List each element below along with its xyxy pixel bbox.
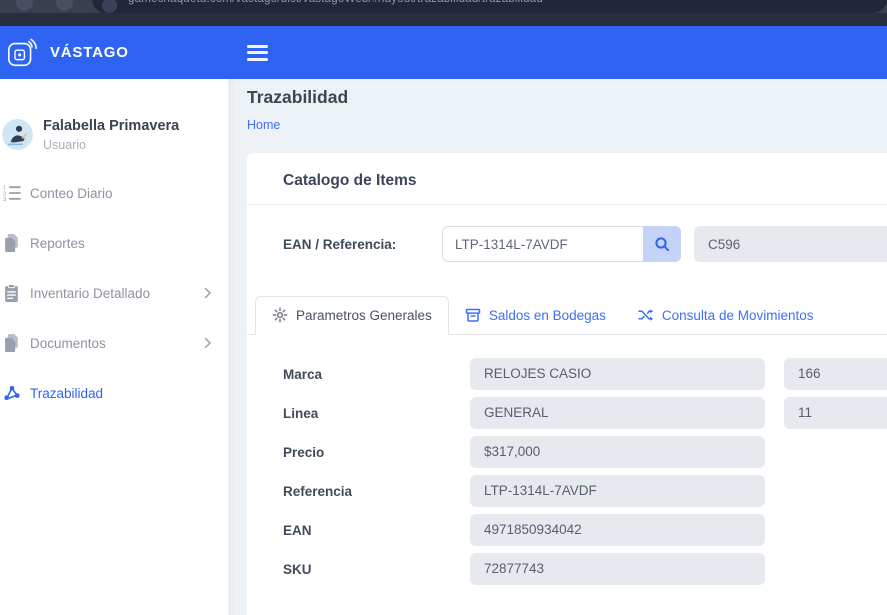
search-icon xyxy=(654,236,670,252)
tab-label: Saldos en Bodegas xyxy=(489,308,606,323)
rfid-tag-logo-icon xyxy=(6,36,40,70)
page-head: Trazabilidad Home xyxy=(235,79,887,153)
sidebar-item-trazabilidad[interactable]: Trazabilidad xyxy=(0,368,228,418)
marca-code-field: 166 xyxy=(784,358,887,390)
list-ol-icon: 1 2 3 xyxy=(3,184,21,202)
referencia-value-field: LTP-1314L-7AVDF xyxy=(470,475,765,507)
field-label: EAN xyxy=(283,523,470,538)
brand-name: VÁSTAGO xyxy=(50,44,129,61)
sidebar-item-label: Reportes xyxy=(30,236,85,251)
file-copy-icon xyxy=(3,334,21,352)
menu-toggle-button[interactable] xyxy=(245,37,270,68)
sidebar-item-label: Documentos xyxy=(30,336,106,351)
user-profile[interactable]: Falabella Primavera Usuario xyxy=(0,79,228,152)
field-label: Linea xyxy=(283,406,470,421)
precio-value-field: $317,000 xyxy=(470,436,765,468)
app-topbar: VÁSTAGO xyxy=(0,26,887,79)
ean-value-field: 4971850934042 xyxy=(470,514,765,546)
field-row-ean: EAN 4971850934042 xyxy=(283,514,887,546)
page-title: Trazabilidad xyxy=(247,87,887,108)
field-row-sku: SKU 72877743 xyxy=(283,553,887,585)
svg-text:3: 3 xyxy=(3,197,7,202)
brand[interactable]: VÁSTAGO xyxy=(0,36,228,70)
breadcrumb-home-link[interactable]: Home xyxy=(247,118,280,132)
browser-address-row: gamechaqueta.com/vastago/dist/vastagoWeb… xyxy=(0,0,887,13)
main-content: Trazabilidad Home Catalogo de Items EAN … xyxy=(235,79,887,615)
site-info-icon[interactable] xyxy=(102,0,117,13)
browser-chrome: gamechaqueta.com/vastago/dist/vastagoWeb… xyxy=(0,0,887,26)
sidebar-item-documentos[interactable]: Documentos xyxy=(0,318,228,368)
card-header: Catalogo de Items xyxy=(247,153,887,205)
tab-parametros-generales[interactable]: Parametros Generales xyxy=(255,296,449,335)
shuffle-icon xyxy=(638,307,654,323)
sidebar-item-label: Trazabilidad xyxy=(30,386,103,401)
field-row-referencia: Referencia LTP-1314L-7AVDF xyxy=(283,475,887,507)
field-label: Referencia xyxy=(283,484,470,499)
ean-referencia-label: EAN / Referencia: xyxy=(283,237,442,252)
tab-label: Parametros Generales xyxy=(296,308,432,323)
field-label: Precio xyxy=(283,445,470,460)
gear-icon xyxy=(272,307,288,323)
user-role: Usuario xyxy=(43,138,179,152)
sidebar-item-conteo-diario[interactable]: 1 2 3 Conteo Diario xyxy=(0,168,228,218)
chevron-right-icon xyxy=(204,337,212,349)
address-bar[interactable]: gamechaqueta.com/vastago/dist/vastagoWeb… xyxy=(92,0,887,13)
field-row-linea: Linea GENERAL 11 xyxy=(283,397,887,429)
tab-saldos-en-bodegas[interactable]: Saldos en Bodegas xyxy=(449,297,622,334)
tab-consulta-de-movimientos[interactable]: Consulta de Movimientos xyxy=(622,297,830,334)
linea-code-field: 11 xyxy=(784,397,887,429)
user-name: Falabella Primavera xyxy=(43,118,179,134)
field-row-precio: Precio $317,000 xyxy=(283,436,887,468)
sidebar-scrollbar[interactable] xyxy=(228,79,235,615)
browser-reload-icon[interactable] xyxy=(56,0,73,11)
sidebar-item-label: Conteo Diario xyxy=(30,186,113,201)
ean-referencia-input[interactable] xyxy=(442,226,643,262)
sidebar-item-inventario-detallado[interactable]: Inventario Detallado xyxy=(0,268,228,318)
url-text: gamechaqueta.com/vastago/dist/vastagoWeb… xyxy=(128,0,543,5)
tab-label: Consulta de Movimientos xyxy=(662,308,814,323)
field-label: Marca xyxy=(283,367,470,382)
search-button[interactable] xyxy=(643,226,681,262)
sidebar-item-label: Inventario Detallado xyxy=(30,286,150,301)
sidebar-menu: 1 2 3 Conteo Diario Reportes Inventario … xyxy=(0,168,228,418)
sidebar: Falabella Primavera Usuario 1 2 3 Conteo… xyxy=(0,79,228,615)
file-copy-icon xyxy=(3,234,21,252)
sku-value-field: 72877743 xyxy=(470,553,765,585)
browser-back-icon[interactable] xyxy=(16,0,33,11)
search-row: EAN / Referencia: xyxy=(247,226,887,262)
chevron-right-icon xyxy=(204,287,212,299)
marca-value-field: RELOJES CASIO xyxy=(470,358,765,390)
linea-value-field: GENERAL xyxy=(470,397,765,429)
parameters-form: Marca RELOJES CASIO 166 Linea GENERAL 11… xyxy=(247,358,887,585)
sidebar-item-reportes[interactable]: Reportes xyxy=(0,218,228,268)
clipboard-icon xyxy=(3,284,21,302)
field-row-marca: Marca RELOJES CASIO 166 xyxy=(283,358,887,390)
item-code-field xyxy=(694,226,887,262)
archive-icon xyxy=(465,307,481,323)
field-label: SKU xyxy=(283,562,470,577)
network-icon xyxy=(3,384,21,402)
tab-bar: Parametros Generales Saldos en Bodegas xyxy=(247,296,887,335)
catalog-card: Catalogo de Items EAN / Referencia: xyxy=(247,153,887,615)
card-title: Catalogo de Items xyxy=(283,172,417,189)
avatar xyxy=(2,119,33,150)
